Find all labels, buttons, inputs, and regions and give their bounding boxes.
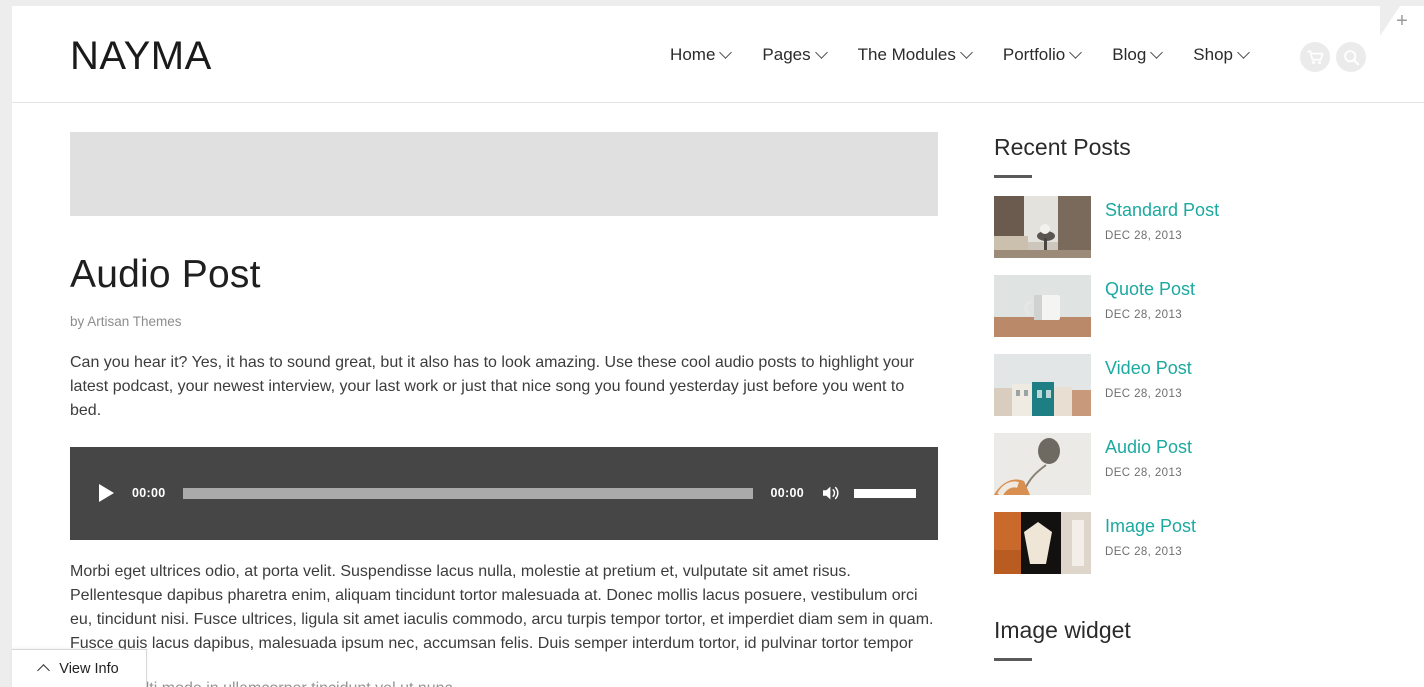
nav-item-portfolio[interactable]: Portfolio bbox=[987, 44, 1096, 66]
recent-post-link-image-post[interactable]: Image Post bbox=[1105, 514, 1196, 538]
post-meta: Video Post DEC 28, 2013 bbox=[1105, 354, 1192, 402]
post-thumbnail-video-post[interactable] bbox=[994, 354, 1091, 416]
widget-recent-posts: Recent Posts Standard Post DEC 28, 2013 … bbox=[994, 132, 1364, 574]
audio-duration: 00:00 bbox=[770, 486, 804, 500]
nav-label-home: Home bbox=[670, 45, 716, 64]
nav-label-blog: Blog bbox=[1112, 45, 1147, 64]
recent-post-date: DEC 28, 2013 bbox=[1105, 309, 1183, 321]
mute-button[interactable] bbox=[820, 483, 842, 503]
audio-player[interactable]: 00:00 00:00 bbox=[70, 447, 938, 540]
search-icon[interactable] bbox=[1336, 42, 1366, 72]
chevron-down-icon bbox=[1069, 45, 1083, 59]
recent-post-link-video-post[interactable]: Video Post bbox=[1105, 356, 1192, 380]
nav-label-portfolio: Portfolio bbox=[1002, 45, 1066, 64]
list-item[interactable]: Video Post DEC 28, 2013 bbox=[994, 354, 1364, 416]
widget-spacer bbox=[994, 591, 1364, 615]
nav-label-the-modules: The Modules bbox=[857, 45, 956, 64]
recent-post-date: DEC 28, 2013 bbox=[1105, 230, 1183, 242]
site-header: NAYMA Home Pages The Modules Portfolio B… bbox=[12, 6, 1424, 103]
audio-current-time: 00:00 bbox=[132, 486, 166, 500]
chevron-down-icon bbox=[960, 45, 973, 59]
widget-title-image-widget: Image widget bbox=[994, 617, 1131, 643]
plus-icon: + bbox=[1396, 10, 1408, 32]
recent-post-date: DEC 28, 2013 bbox=[1105, 546, 1183, 558]
chevron-down-icon bbox=[1237, 45, 1250, 59]
post-meta: Image Post DEC 28, 2013 bbox=[1105, 512, 1196, 560]
nav-item-blog[interactable]: Blog bbox=[1096, 44, 1177, 66]
speaker-icon bbox=[822, 486, 839, 500]
view-info-button[interactable]: View Info bbox=[12, 649, 147, 687]
cart-icon[interactable] bbox=[1300, 42, 1330, 72]
main-navigation: Home Pages The Modules Portfolio Blog Sh… bbox=[654, 44, 1264, 66]
chevron-down-icon bbox=[719, 45, 733, 59]
page-left-gutter bbox=[0, 0, 12, 687]
nav-label-pages: Pages bbox=[762, 45, 811, 64]
widget-title-rule bbox=[994, 658, 1032, 661]
play-icon bbox=[98, 484, 114, 502]
page-body: Audio Post by Artisan Themes Can you hea… bbox=[12, 103, 1424, 687]
recent-post-date: DEC 28, 2013 bbox=[1105, 388, 1183, 400]
post-paragraph-2: Morbi eget ultrices odio, at porta velit… bbox=[70, 563, 934, 676]
post-meta: Quote Post DEC 28, 2013 bbox=[1105, 275, 1195, 323]
sidebar: Recent Posts Standard Post DEC 28, 2013 … bbox=[994, 132, 1364, 661]
widget-image: Image widget bbox=[994, 615, 1364, 661]
recent-post-link-audio-post[interactable]: Audio Post bbox=[1105, 435, 1192, 459]
widget-title-rule bbox=[994, 175, 1032, 178]
chevron-down-icon bbox=[1150, 45, 1164, 59]
post-paragraph-3-clipped: Vivamus multi mode in ullamcorper tincid… bbox=[58, 677, 926, 687]
post-meta: Standard Post DEC 28, 2013 bbox=[1105, 196, 1219, 244]
list-item[interactable]: Audio Post DEC 28, 2013 bbox=[994, 433, 1364, 495]
view-info-label: View Info bbox=[59, 660, 119, 677]
corner-expand-toggle[interactable]: + bbox=[1380, 6, 1424, 36]
post-paragraph-1: Can you hear it? Yes, it has to sound gr… bbox=[70, 354, 915, 419]
header-icon-group bbox=[1300, 42, 1366, 72]
nav-item-the-modules[interactable]: The Modules bbox=[842, 44, 987, 66]
list-item[interactable]: Standard Post DEC 28, 2013 bbox=[994, 196, 1364, 258]
chevron-down-icon bbox=[814, 45, 828, 59]
post-meta: Audio Post DEC 28, 2013 bbox=[1105, 433, 1192, 481]
audio-player-controls: 00:00 00:00 bbox=[70, 475, 938, 511]
page-root: NAYMA Home Pages The Modules Portfolio B… bbox=[0, 0, 1424, 687]
recent-post-link-quote-post[interactable]: Quote Post bbox=[1105, 277, 1195, 301]
widget-title-recent-posts: Recent Posts bbox=[994, 134, 1131, 160]
post-thumbnail-image-post[interactable] bbox=[994, 512, 1091, 574]
nav-label-shop: Shop bbox=[1193, 45, 1233, 64]
recent-post-date: DEC 28, 2013 bbox=[1105, 467, 1183, 479]
nav-item-home[interactable]: Home bbox=[654, 44, 746, 66]
post-byline: by Artisan Themes bbox=[70, 314, 182, 329]
play-button[interactable] bbox=[96, 482, 116, 504]
recent-posts-list: Standard Post DEC 28, 2013 Quote Post DE… bbox=[994, 196, 1364, 574]
main-content-column: Audio Post by Artisan Themes Can you hea… bbox=[70, 132, 938, 680]
site-logo[interactable]: NAYMA bbox=[70, 32, 212, 80]
nav-item-pages[interactable]: Pages bbox=[746, 44, 841, 66]
page-title: Audio Post bbox=[70, 253, 261, 296]
volume-slider[interactable] bbox=[854, 488, 916, 498]
audio-progress-slider[interactable] bbox=[183, 487, 753, 499]
list-item[interactable]: Quote Post DEC 28, 2013 bbox=[994, 275, 1364, 337]
post-thumbnail-standard-post[interactable] bbox=[994, 196, 1091, 258]
featured-image-placeholder bbox=[70, 132, 938, 216]
list-item[interactable]: Image Post DEC 28, 2013 bbox=[994, 512, 1364, 574]
nav-item-shop[interactable]: Shop bbox=[1177, 44, 1264, 66]
chevron-up-icon bbox=[37, 664, 51, 677]
post-thumbnail-quote-post[interactable] bbox=[994, 275, 1091, 337]
post-thumbnail-audio-post[interactable] bbox=[994, 433, 1091, 495]
recent-post-link-standard-post[interactable]: Standard Post bbox=[1105, 198, 1219, 222]
